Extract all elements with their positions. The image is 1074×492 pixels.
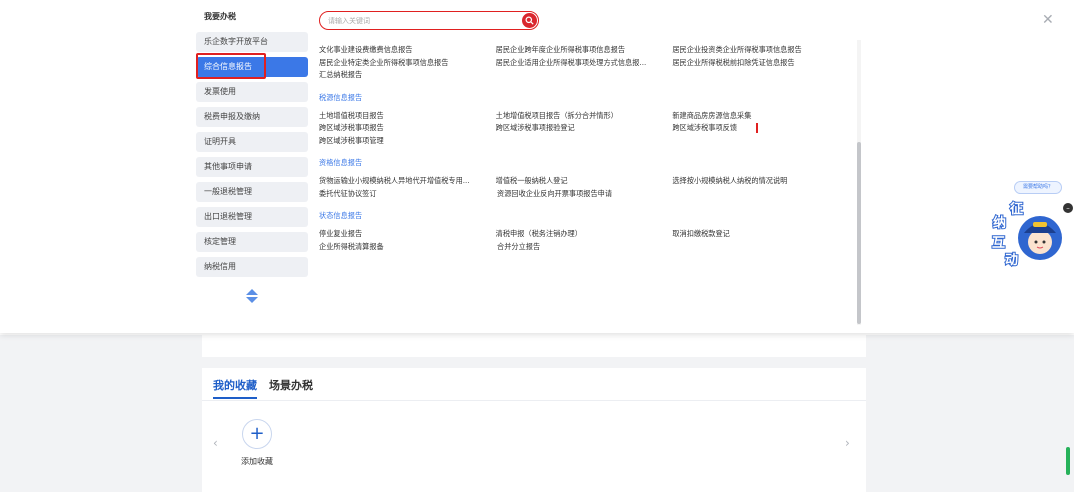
menu-content: 文化事业建设费缴费信息报告 居民企业跨年度企业所得税事项信息报告 居民企业投资类… [319,44,849,253]
menu-link[interactable]: 合并分立报告 [497,242,675,252]
menu-row: 跨区域涉税事项管理 [319,135,849,148]
menu-link[interactable]: 跨区域涉税事项管理 [319,136,497,146]
menu-link[interactable]: 居民企业跨年度企业所得税事项信息报告 [496,45,673,55]
highlight-box [196,53,266,79]
sidebar-item-label: 一般退税管理 [204,187,252,196]
sidebar-item[interactable]: 出口退税管理 [196,207,308,227]
sidebar-item-label: 税费申报及缴纳 [204,112,260,121]
section-title: 税源信息报告 [319,92,363,102]
menu-link[interactable]: 居民企业所得税税前扣除凭证信息报告 [672,58,849,68]
menu-row: 企业所得税清算报备 合并分立报告 [319,241,849,254]
sidebar-item[interactable]: 一般退税管理 [196,182,308,202]
sidebar-item-label: 纳税信用 [204,262,236,271]
sidebar-item[interactable]: 乐企数字开放平台 [196,32,308,52]
menu-link[interactable]: 增值税一般纳税人登记 [496,176,673,186]
menu-link[interactable]: 取消扣缴税款登记 [672,229,849,239]
sidebar: 我要办税 乐企数字开放平台 综合信息报告 发票使用 税费申报及缴纳 证明开具 其… [196,8,308,303]
chevron-right-icon[interactable]: › [845,436,850,450]
menu-link[interactable]: 跨区域涉税事项报告 [319,123,496,133]
plus-icon[interactable]: + [242,419,272,449]
menu-link[interactable]: 土地增值税项目报告（拆分合并情形） [496,111,673,121]
menu-link[interactable]: 土地增值税项目报告 [319,111,496,121]
tab-my-favorites[interactable]: 我的收藏 [213,377,257,399]
sidebar-item-label: 发票使用 [204,87,236,96]
search-icon[interactable] [522,13,537,28]
service-mascot-icon[interactable]: 征 纳 互 动 [988,200,1064,270]
menu-row: 文化事业建设费缴费信息报告 居民企业跨年度企业所得税事项信息报告 居民企业投资类… [319,44,849,57]
sidebar-item-label: 证明开具 [204,137,236,146]
menu-link[interactable]: 停业复业报告 [319,229,496,239]
add-favorite-label[interactable]: 添加收藏 [241,456,273,467]
menu-row: 停业复业报告 清税申报（税务注销办理） 取消扣缴税款登记 [319,228,849,241]
sidebar-item[interactable]: 证明开具 [196,132,308,152]
menu-link[interactable]: 企业所得税清算报备 [319,242,497,252]
menu-link[interactable]: 清税申报（税务注销办理） [496,229,673,239]
sidebar-item-label: 乐企数字开放平台 [204,37,268,46]
mascot-char: 互 [992,236,1005,251]
menu-link[interactable]: 居民企业特定类企业所得税事项信息报告 [319,58,496,68]
menu-link[interactable]: 选择按小规模纳税人纳税的情况说明 [672,176,849,186]
search-input[interactable] [328,14,518,27]
menu-row: 汇总纳税报告 [319,69,849,82]
sidebar-item-active[interactable]: 综合信息报告 [196,53,308,79]
help-bubble[interactable]: 需要帮助吗？ [1014,181,1062,194]
favorites-tabs: 我的收藏 场景办税 [213,377,313,399]
sidebar-item-label: 核定管理 [204,237,236,246]
tax-service-menu-panel: ✕ 我要办税 乐企数字开放平台 综合信息报告 发票使用 税费申报及缴纳 证明开具… [0,0,1074,333]
menu-link[interactable]: 资源回收企业反向开票事项报告申请 [497,189,675,199]
sidebar-item-label: 其他事项申请 [204,162,252,171]
close-icon[interactable]: – [1063,203,1073,213]
menu-row: 居民企业特定类企业所得税事项信息报告 居民企业适用企业所得税事项处理方式信息报.… [319,57,849,70]
menu-link[interactable]: 货物运输业小规模纳税人异地代开增值税专用... [319,176,496,186]
menu-link[interactable]: 跨区域涉税事项报验登记 [496,123,673,133]
mascot-char: 征 [1010,201,1023,217]
sidebar-title: 我要办税 [204,12,236,21]
menu-link[interactable]: 居民企业投资类企业所得税事项信息报告 [672,45,849,55]
sidebar-item[interactable]: 税费申报及缴纳 [196,107,308,127]
menu-row: 土地增值税项目报告 土地增值税项目报告（拆分合并情形） 新建商品房房源信息采集 [319,110,849,123]
menu-row: 货物运输业小规模纳税人异地代开增值税专用... 增值税一般纳税人登记 选择按小规… [319,175,849,188]
section-title: 资格信息报告 [319,158,363,167]
section-title: 状态信息报告 [319,211,363,220]
menu-link[interactable]: 文化事业建设费缴费信息报告 [319,45,496,55]
content-card [202,330,866,357]
menu-link[interactable]: 新建商品房房源信息采集 [672,111,849,121]
tab-scene-tax[interactable]: 场景办税 [269,377,313,399]
menu-row: 委托代征协议签订 资源回收企业反向开票事项报告申请 [319,188,849,201]
scrollbar-thumb[interactable] [857,142,861,324]
sidebar-item-label: 出口退税管理 [204,212,252,221]
menu-link[interactable]: 居民企业适用企业所得税事项处理方式信息报... [496,58,673,68]
sidebar-item[interactable]: 其他事项申请 [196,157,308,177]
search-box [319,11,539,30]
sidebar-item[interactable]: 核定管理 [196,232,308,252]
side-indicator [1066,447,1070,475]
menu-link[interactable]: 汇总纳税报告 [319,70,497,80]
menu-link[interactable]: 委托代征协议签订 [319,189,497,199]
divider [202,400,866,401]
sidebar-item[interactable]: 纳税信用 [196,257,308,277]
highlight-box [672,123,759,134]
chevron-left-icon[interactable]: ‹ [213,436,218,450]
menu-link-highlighted[interactable]: 跨区域涉税事项反馈 [672,123,849,134]
mascot-char: 动 [1005,253,1018,268]
scroll-up-down-icon[interactable] [246,289,258,303]
close-icon[interactable]: ✕ [1042,12,1054,28]
menu-row: 跨区域涉税事项报告 跨区域涉税事项报验登记 跨区域涉税事项反馈 [319,122,849,135]
sidebar-item[interactable]: 发票使用 [196,82,308,102]
mascot-char: 纳 [993,215,1006,231]
